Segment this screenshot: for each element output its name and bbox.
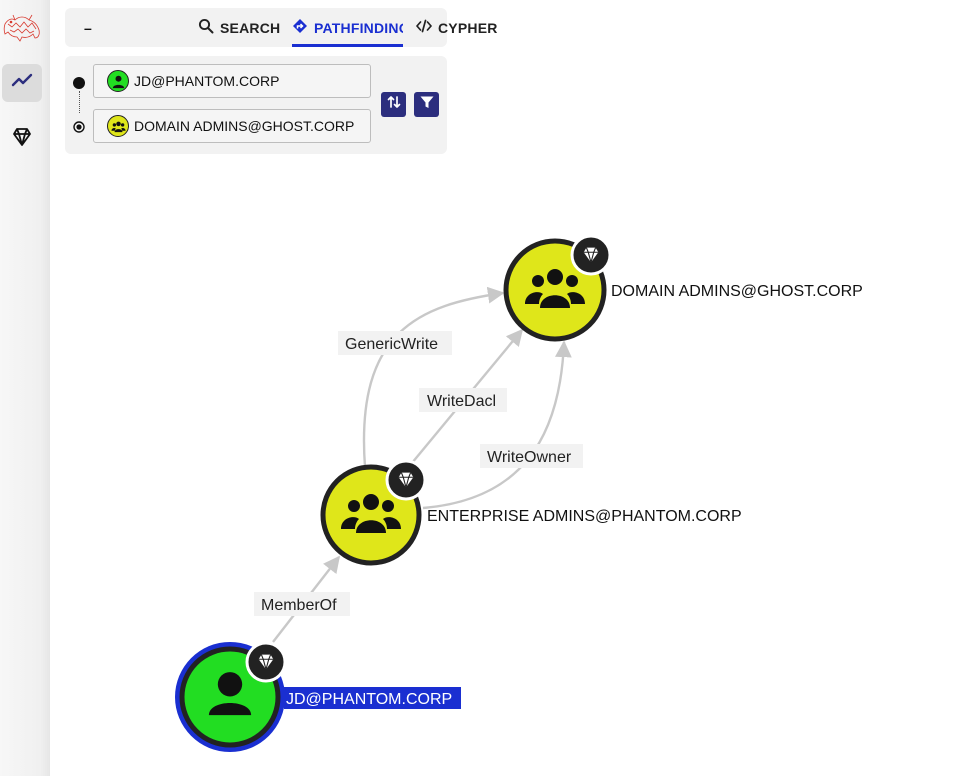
- edge-label-writeowner[interactable]: WriteOwner: [487, 449, 572, 466]
- node-label-domain-admins: DOMAIN ADMINS@GHOST.CORP: [611, 283, 863, 300]
- graph-canvas[interactable]: GenericWrite WriteDacl WriteOwner Member…: [0, 0, 972, 776]
- node-jd[interactable]: JD@PHANTOM.CORP: [175, 641, 461, 752]
- node-enterprise-admins[interactable]: ENTERPRISE ADMINS@PHANTOM.CORP: [320, 459, 742, 566]
- node-label-jd: JD@PHANTOM.CORP: [286, 691, 452, 708]
- edge-label-writedacl[interactable]: WriteDacl: [427, 393, 496, 410]
- edge-label-memberof[interactable]: MemberOf: [261, 597, 337, 614]
- node-label-enterprise-admins: ENTERPRISE ADMINS@PHANTOM.CORP: [427, 508, 742, 525]
- node-domain-admins[interactable]: DOMAIN ADMINS@GHOST.CORP: [503, 234, 863, 342]
- edge-label-genericwrite[interactable]: GenericWrite: [345, 336, 438, 353]
